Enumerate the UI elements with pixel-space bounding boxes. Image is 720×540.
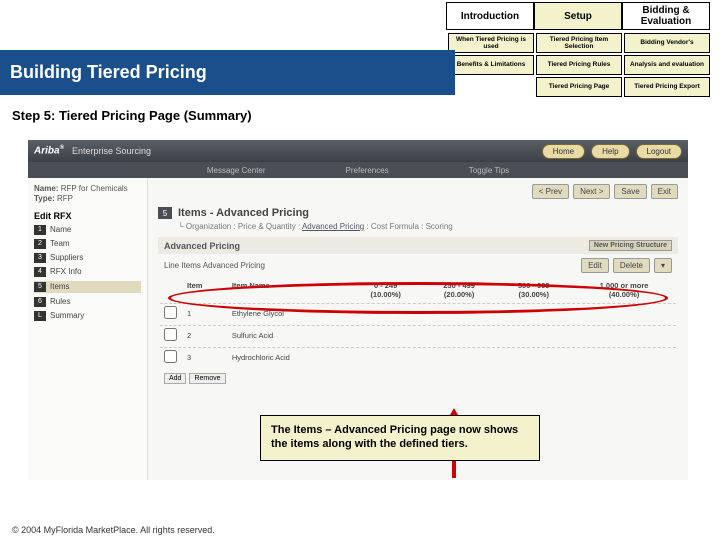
copyright-footer: © 2004 MyFlorida MarketPlace. All rights… <box>12 525 215 535</box>
help-button[interactable]: Help <box>591 144 629 159</box>
step-summary[interactable]: LSummary <box>34 311 141 321</box>
edit-rfx-label: Edit RFX <box>34 211 141 221</box>
bc-price-qty[interactable]: Price & Quantity <box>238 222 296 231</box>
subnav-when-used[interactable]: When Tiered Pricing is used <box>448 33 534 53</box>
col-tier-4: 1,000 or more(40.00%) <box>572 279 676 301</box>
edit-button[interactable]: Edit <box>581 258 609 273</box>
subnav-row-2: Benefits & Limitations Tiered Pricing Ru… <box>448 55 710 75</box>
subsection-advanced-pricing: Advanced Pricing New Pricing Structure <box>158 237 678 254</box>
subnav-item-selection[interactable]: Tiered Pricing Item Selection <box>536 33 622 53</box>
ariba-product: Enterprise Sourcing <box>72 146 151 156</box>
exit-button[interactable]: Exit <box>651 184 678 199</box>
table-row: 3Hydrochloric Acid <box>160 347 676 367</box>
link-preferences[interactable]: Preferences <box>346 166 389 175</box>
subsection-line-items: Line Items Advanced Pricing Edit Delete … <box>158 256 678 275</box>
subnav-row-3: Tiered Pricing Page Tiered Pricing Expor… <box>448 77 710 97</box>
step-suppliers[interactable]: 3Suppliers <box>34 253 141 263</box>
ariba-subheader: Message Center Preferences Toggle Tips <box>28 162 688 178</box>
subnav-row-1: When Tiered Pricing is used Tiered Prici… <box>448 33 710 53</box>
step-team[interactable]: 2Team <box>34 239 141 249</box>
subnav-bidding-vendors[interactable]: Bidding Vendor's <box>624 33 710 53</box>
logout-button[interactable]: Logout <box>636 144 682 159</box>
page-banner: Building Tiered Pricing <box>0 50 455 95</box>
save-button[interactable]: Save <box>614 184 646 199</box>
table-row: 2Sulfuric Acid <box>160 325 676 345</box>
top-nav: Introduction Setup Bidding & Evaluation <box>446 2 710 30</box>
callout-box: The Items – Advanced Pricing page now sh… <box>260 415 540 461</box>
section-title: 5 Items - Advanced Pricing <box>158 207 678 219</box>
link-toggle-tips[interactable]: Toggle Tips <box>469 166 509 175</box>
row-checkbox[interactable] <box>164 328 177 341</box>
col-tier-3: 500 - 999(30.00%) <box>497 279 570 301</box>
subnav-analysis[interactable]: Analysis and evaluation <box>624 55 710 75</box>
bc-cost-formula[interactable]: Cost Formula <box>371 222 419 231</box>
section-number: 5 <box>158 207 172 219</box>
col-item-name: Item Name <box>228 279 349 301</box>
bc-advanced-pricing[interactable]: Advanced Pricing <box>302 222 364 231</box>
step-list: 1Name 2Team 3Suppliers 4RFX Info 5Items … <box>34 225 141 321</box>
step-items[interactable]: 5Items <box>34 281 141 293</box>
table-row: 1Ethylene Glycol <box>160 303 676 323</box>
subnav-benefits[interactable]: Benefits & Limitations <box>448 55 534 75</box>
remove-button[interactable]: Remove <box>189 373 225 384</box>
bc-org[interactable]: Organization <box>186 222 231 231</box>
breadcrumb: └ Organization : Price & Quantity : Adva… <box>178 222 678 231</box>
section-label: Items - Advanced Pricing <box>178 207 309 219</box>
ariba-logo: Ariba® <box>34 145 64 156</box>
add-button[interactable]: Add <box>164 373 186 384</box>
new-pricing-structure-button[interactable]: New Pricing Structure <box>589 240 672 251</box>
col-tier-2: 250 - 499(20.00%) <box>423 279 496 301</box>
link-message-center[interactable]: Message Center <box>207 166 266 175</box>
step-rfx-info[interactable]: 4RFX Info <box>34 267 141 277</box>
bc-scoring[interactable]: Scoring <box>426 222 453 231</box>
home-button[interactable]: Home <box>542 144 585 159</box>
tab-bidding[interactable]: Bidding & Evaluation <box>622 2 710 30</box>
subnav-pricing-export[interactable]: Tiered Pricing Export <box>624 77 710 97</box>
col-tier-1: 0 - 249(10.00%) <box>351 279 421 301</box>
next-button[interactable]: Next > <box>573 184 610 199</box>
col-item: Item <box>183 279 226 301</box>
row-checkbox[interactable] <box>164 306 177 319</box>
tier-table: Item Item Name 0 - 249(10.00%) 250 - 499… <box>158 277 678 369</box>
prev-button[interactable]: < Prev <box>532 184 569 199</box>
rfp-header: Name: RFP for Chemicals Type: RFP <box>34 184 141 205</box>
section-heading: Step 5: Tiered Pricing Page (Summary) <box>12 108 252 123</box>
page-title: Building Tiered Pricing <box>10 62 207 83</box>
delete-button[interactable]: Delete <box>613 258 650 273</box>
row-checkbox[interactable] <box>164 350 177 363</box>
subnav-rules[interactable]: Tiered Pricing Rules <box>536 55 622 75</box>
dropdown-icon[interactable]: ▾ <box>654 258 672 273</box>
step-rules[interactable]: 6Rules <box>34 297 141 307</box>
ariba-header: Ariba® Enterprise Sourcing Home Help Log… <box>28 140 688 162</box>
tab-setup[interactable]: Setup <box>534 2 622 30</box>
left-sidebar: Name: RFP for Chemicals Type: RFP Edit R… <box>28 178 148 480</box>
subnav-pricing-page[interactable]: Tiered Pricing Page <box>536 77 622 97</box>
step-name[interactable]: 1Name <box>34 225 141 235</box>
tab-introduction[interactable]: Introduction <box>446 2 534 30</box>
